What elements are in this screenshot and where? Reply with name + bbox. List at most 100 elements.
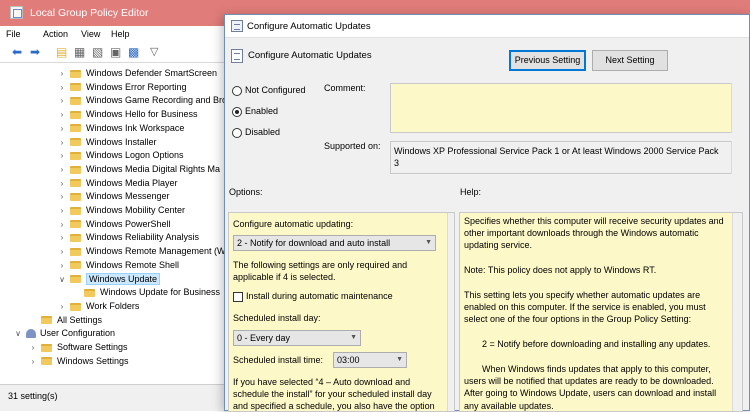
tree-item[interactable]: › Windows Reliability Analysis [57,232,199,246]
chevron-right-icon[interactable]: › [57,165,67,174]
tree-item[interactable]: › Windows Media Player [57,178,178,192]
chevron-down-icon[interactable]: ∨ [13,329,23,338]
supported-on-value: Windows XP Professional Service Pack 1 o… [394,146,719,168]
tree-item[interactable]: › Windows Settings [28,356,129,370]
tree-item[interactable]: › Windows Messenger [57,191,170,205]
chevron-right-icon[interactable]: › [57,233,67,242]
tree-item[interactable]: ∨ User Configuration [13,328,115,342]
radio-enabled[interactable]: Enabled [232,106,278,117]
install-maintenance-label: Install during automatic maintenance [246,291,393,301]
scheduled-time-dropdown[interactable]: 03:00 ▼ [333,352,407,368]
scheduled-day-dropdown[interactable]: 0 - Every day ▼ [233,330,361,346]
chevron-down-icon[interactable]: ∨ [57,275,67,284]
checkbox-box[interactable] [233,291,243,302]
help-paragraph: Specifies whether this computer will rec… [464,216,724,251]
supported-on-scrollbar[interactable] [731,141,743,174]
tree-item[interactable]: All Settings [28,315,102,329]
tree-item[interactable]: Windows Update for Business [84,287,220,301]
policy-setting-icon [231,20,243,32]
tree-item[interactable]: › Windows Ink Workspace [57,122,185,137]
chevron-right-icon[interactable]: › [57,220,67,229]
folder-icon [41,316,52,325]
radio-not-configured[interactable]: Not Configured [232,85,306,96]
tree-item[interactable]: › Work Folders [57,301,140,315]
chevron-right-icon[interactable]: › [57,206,67,215]
folder-icon [84,288,95,297]
chevron-right-icon[interactable]: › [57,110,67,119]
chevron-right-icon[interactable]: › [57,124,67,133]
folder-icon [70,220,81,229]
folder-icon [70,83,81,92]
chevron-right-icon[interactable]: › [57,261,67,270]
chevron-right-icon[interactable]: › [57,192,67,201]
tree-item[interactable]: › Windows Remote Management (W [57,246,226,260]
back-arrow-icon[interactable]: ⬅ [12,46,22,58]
dialog-title-bar[interactable]: Configure Automatic Updates [225,15,749,38]
tree-item-label: Windows Ink Workspace [86,122,185,133]
tree-item[interactable]: › Windows Installer [57,137,157,151]
chevron-right-icon[interactable]: › [28,357,38,366]
install-maintenance-checkbox[interactable]: Install during automatic maintenance [233,290,393,302]
folder-icon [70,302,81,311]
tree-item[interactable]: › Windows Defender SmartScreen [57,68,217,82]
chevron-right-icon[interactable]: › [57,179,67,188]
options-scrollbar[interactable] [447,213,454,411]
chevron-right-icon[interactable]: › [57,138,67,147]
chevron-right-icon[interactable]: › [28,343,38,352]
folder-icon [70,206,81,215]
previous-setting-button[interactable]: Previous Setting [509,50,586,71]
comment-scrollbar[interactable] [731,83,743,133]
help-icon[interactable]: ▩ [128,46,139,58]
radio-button[interactable] [232,85,242,96]
chevron-down-icon: ▼ [350,334,357,341]
tree-item[interactable]: › Windows Logon Options [57,150,184,164]
chevron-right-icon[interactable]: › [57,247,67,256]
chevron-right-icon[interactable]: › [57,96,67,105]
tree-item-label: Windows Hello for Business [86,109,198,120]
folder-icon [41,343,52,352]
configure-updating-value: 2 - Notify for download and auto install [237,238,391,248]
menu-view[interactable]: View [81,29,100,39]
filter-icon[interactable]: ▽ [150,46,158,58]
comment-textarea[interactable] [390,83,743,133]
menu-action[interactable]: Action [43,29,68,39]
comment-label: Comment: [324,83,366,93]
scheduled-day-value: 0 - Every day [237,333,291,343]
tree-item[interactable]: › Windows Game Recording and Bro [57,95,227,109]
chevron-right-icon[interactable]: › [57,69,67,78]
tree-item[interactable]: › Windows Mobility Center [57,205,185,219]
user-configuration-icon [26,329,36,339]
export-list-icon[interactable]: ▧ [92,46,103,58]
configure-updating-dropdown[interactable]: 2 - Notify for download and auto install… [233,235,436,251]
next-setting-button[interactable]: Next Setting [592,50,668,71]
tree-item[interactable]: › Windows PowerShell [57,219,171,233]
radio-disabled[interactable]: Disabled [232,127,280,138]
properties-icon[interactable]: ▣ [110,46,121,58]
forward-arrow-icon[interactable]: ➡ [30,46,40,58]
up-folder-icon[interactable]: ▤ [56,46,67,58]
radio-button[interactable] [232,106,242,117]
help-scrollbar[interactable] [732,213,742,411]
chevron-right-icon[interactable]: › [57,302,67,311]
show-hide-tree-icon[interactable]: ▦ [74,46,85,58]
folder-icon [70,124,81,133]
policy-setting-icon [231,49,243,63]
tree-item[interactable]: › Windows Hello for Business [57,109,198,123]
chevron-right-icon[interactable]: › [57,151,67,160]
tree-item[interactable]: › Windows Remote Shell [57,260,179,274]
options-footer-text: If you have selected “4 – Auto download … [233,377,435,411]
tree-item[interactable]: › Windows Media Digital Rights Ma [57,164,220,178]
folder-icon [70,151,81,160]
menu-file[interactable]: File [6,29,21,39]
tree-item[interactable]: ∨ Windows Update [57,272,161,288]
chevron-right-icon[interactable]: › [57,83,67,92]
folder-icon [70,234,81,243]
editor-toolbar: ⬅ ➡ ▤ ▦ ▧ ▣ ▩ ▽ [0,44,225,62]
menu-help[interactable]: Help [111,29,130,39]
tree-item[interactable]: › Software Settings [28,342,128,356]
tree-item[interactable]: › Windows Error Reporting [57,82,187,96]
tree-item-label: Software Settings [57,342,128,352]
radio-button[interactable] [232,127,242,138]
folder-icon [70,69,81,78]
folder-icon [70,97,81,106]
